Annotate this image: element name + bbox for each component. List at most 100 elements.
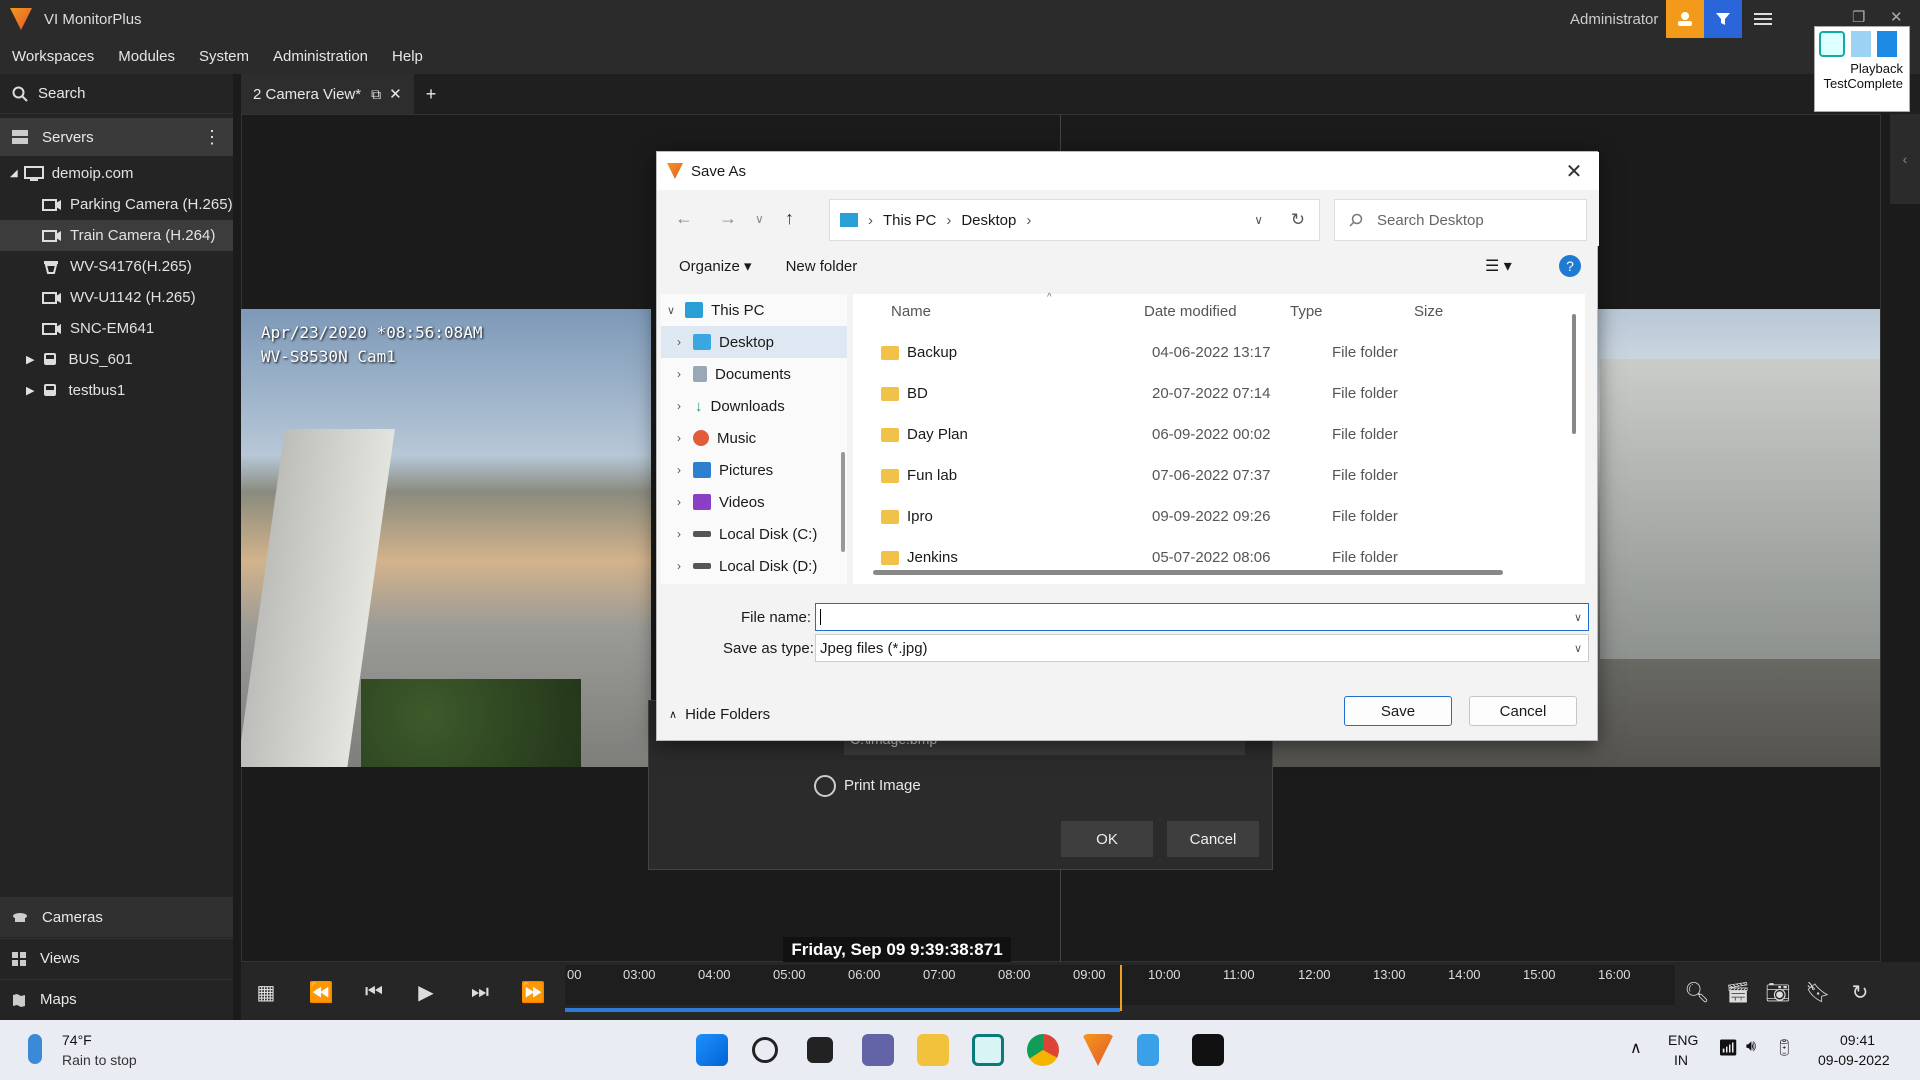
hide-folders-toggle[interactable]: ∧ Hide Folders bbox=[669, 706, 770, 723]
pause-icon[interactable] bbox=[1851, 31, 1871, 57]
rewind-icon[interactable]: ⏪ bbox=[301, 972, 341, 1012]
testcomplete-icon[interactable] bbox=[1819, 31, 1845, 57]
task-view-icon[interactable] bbox=[807, 1037, 833, 1063]
menu-workspaces[interactable]: Workspaces bbox=[0, 48, 106, 65]
nav-views[interactable]: Views bbox=[0, 938, 233, 978]
collapse-right-panel-icon[interactable]: ‹ bbox=[1890, 114, 1920, 204]
tree-group-testbus1[interactable]: ▶ testbus1 bbox=[0, 375, 233, 406]
tree-camera-wv-u1142[interactable]: WV-U1142 (H.265) bbox=[0, 282, 233, 313]
file-row[interactable]: Fun lab 07-06-2022 07:37 File folder bbox=[853, 455, 1573, 496]
close-window-icon[interactable]: ✕ bbox=[1890, 8, 1903, 26]
teams-chat-icon[interactable] bbox=[862, 1034, 894, 1066]
user-icon[interactable] bbox=[1666, 0, 1704, 38]
nav-music[interactable]: › Music bbox=[661, 422, 847, 454]
menu-help[interactable]: Help bbox=[380, 48, 435, 65]
volume-icon[interactable]: 🔊︎ bbox=[1746, 1038, 1756, 1056]
nav-scrollbar[interactable] bbox=[841, 452, 845, 552]
refresh-icon[interactable]: ↻ bbox=[1840, 972, 1880, 1012]
tree-camera-snc-em641[interactable]: SNC-EM641 bbox=[0, 313, 233, 344]
file-name-input[interactable]: ∨ bbox=[815, 603, 1589, 631]
column-name[interactable]: Name bbox=[891, 294, 931, 328]
nav-maps[interactable]: Maps bbox=[0, 979, 233, 1019]
file-explorer-icon[interactable] bbox=[917, 1034, 949, 1066]
language-indicator[interactable]: ENG bbox=[1668, 1032, 1698, 1048]
column-size[interactable]: Size bbox=[1414, 294, 1443, 328]
dropdown-icon[interactable]: ∨ bbox=[1574, 642, 1582, 655]
tree-server[interactable]: ◢ demoip.com bbox=[0, 158, 233, 189]
show-hidden-icons[interactable]: ∧ bbox=[1630, 1038, 1642, 1058]
horizontal-scrollbar[interactable] bbox=[873, 570, 1503, 575]
expand-arrow-icon[interactable]: › bbox=[677, 335, 681, 349]
search-icon[interactable] bbox=[752, 1037, 778, 1063]
up-arrow-icon[interactable]: ↑ bbox=[785, 208, 794, 229]
start-icon[interactable] bbox=[696, 1034, 728, 1066]
dropdown-icon[interactable]: ∨ bbox=[1574, 611, 1582, 624]
clip-icon[interactable]: 🎬︎ bbox=[1718, 972, 1758, 1012]
nav-documents[interactable]: › Documents bbox=[661, 358, 847, 390]
menu-modules[interactable]: Modules bbox=[106, 48, 187, 65]
region-indicator[interactable]: IN bbox=[1674, 1052, 1688, 1068]
weather-temp[interactable]: 74°F bbox=[62, 1032, 92, 1048]
clock-time[interactable]: 09:41 bbox=[1840, 1032, 1875, 1048]
nav-desktop[interactable]: › Desktop bbox=[661, 326, 847, 358]
refresh-icon[interactable]: ↻ bbox=[1291, 210, 1305, 230]
breadcrumb-desktop[interactable]: Desktop bbox=[961, 212, 1016, 229]
camera-view-left[interactable]: Apr/23/2020 *08:56:08AM WV-S8530N Cam1 bbox=[241, 309, 651, 767]
tree-group-bus601[interactable]: ▶ BUS_601 bbox=[0, 344, 233, 375]
tab-2-camera-view[interactable]: 2 Camera View* ⧉ ✕ bbox=[241, 74, 414, 114]
weather-icon[interactable] bbox=[28, 1034, 42, 1064]
notepad-icon[interactable] bbox=[1137, 1034, 1159, 1066]
battery-icon[interactable]: 🔋︎ bbox=[1774, 1038, 1794, 1058]
left-search[interactable]: Search bbox=[0, 74, 233, 114]
forward-arrow-icon[interactable]: → bbox=[719, 208, 737, 229]
cancel-button[interactable]: Cancel bbox=[1469, 696, 1577, 726]
nav-downloads[interactable]: › ↓ Downloads bbox=[661, 390, 847, 422]
print-image-radio[interactable] bbox=[814, 775, 836, 797]
breadcrumb-this-pc[interactable]: This PC bbox=[883, 212, 936, 229]
vertical-scrollbar[interactable] bbox=[1572, 314, 1576, 434]
nav-cameras[interactable]: Cameras bbox=[0, 897, 233, 937]
previous-frame-icon[interactable]: ⏮ bbox=[354, 972, 394, 1012]
fast-forward-icon[interactable]: ⏩ bbox=[513, 972, 553, 1012]
collapse-arrow-icon[interactable]: ◢ bbox=[10, 168, 18, 179]
address-dropdown-icon[interactable]: ∨ bbox=[1254, 213, 1263, 227]
file-row[interactable]: Ipro 09-09-2022 09:26 File folder bbox=[853, 496, 1573, 537]
expand-arrow-icon[interactable]: › bbox=[677, 367, 681, 381]
nav-local-disk-d[interactable]: › Local Disk (D:) bbox=[661, 550, 847, 582]
expand-arrow-icon[interactable]: › bbox=[677, 527, 681, 541]
servers-header[interactable]: Servers ⋮ bbox=[0, 118, 233, 156]
timeline-playhead[interactable] bbox=[1120, 965, 1122, 1011]
column-date-modified[interactable]: Date modified bbox=[1144, 294, 1237, 328]
expand-arrow-icon[interactable]: › bbox=[677, 431, 681, 445]
restore-window-icon[interactable]: ❐ bbox=[1852, 8, 1865, 26]
file-row[interactable]: Day Plan 06-09-2022 00:02 File folder bbox=[853, 414, 1573, 455]
nav-local-disk-c[interactable]: › Local Disk (C:) bbox=[661, 518, 847, 550]
ok-button[interactable]: OK bbox=[1061, 821, 1153, 857]
testcomplete-taskbar-icon[interactable] bbox=[972, 1034, 1004, 1066]
new-folder-button[interactable]: New folder bbox=[786, 258, 858, 275]
popout-icon[interactable]: ⧉ bbox=[371, 86, 381, 103]
filter-icon[interactable] bbox=[1704, 0, 1742, 38]
play-icon[interactable]: ▶ bbox=[406, 972, 446, 1012]
wifi-icon[interactable]: 📶︎ bbox=[1718, 1038, 1738, 1058]
next-frame-icon[interactable]: ⏭ bbox=[460, 972, 500, 1012]
file-row[interactable]: BD 20-07-2022 07:14 File folder bbox=[853, 373, 1573, 414]
clock-date[interactable]: 09-09-2022 bbox=[1818, 1052, 1890, 1068]
close-dialog-icon[interactable]: ✕ bbox=[1551, 152, 1597, 190]
column-type[interactable]: Type bbox=[1290, 294, 1323, 328]
expand-arrow-icon[interactable]: › bbox=[677, 399, 681, 413]
organize-button[interactable]: Organize ▾ bbox=[679, 257, 752, 275]
zoom-out-icon[interactable]: 🔍︎ bbox=[1677, 972, 1717, 1012]
collapse-arrow-icon[interactable]: ∨ bbox=[667, 304, 675, 317]
tree-camera-wv-s4176[interactable]: WV-S4176(H.265) bbox=[0, 251, 233, 282]
expand-arrow-icon[interactable]: › bbox=[677, 495, 681, 509]
tree-camera-parking[interactable]: Parking Camera (H.265) bbox=[0, 189, 233, 220]
chrome-icon[interactable] bbox=[1027, 1034, 1059, 1066]
save-as-type-select[interactable]: Jpeg files (*.jpg) ∨ bbox=[815, 634, 1589, 662]
nav-pictures[interactable]: › Pictures bbox=[661, 454, 847, 486]
bookmark-icon[interactable]: 🔖︎ bbox=[1798, 972, 1838, 1012]
close-tab-icon[interactable]: ✕ bbox=[389, 85, 402, 103]
view-options-icon[interactable]: ☰ ▾ bbox=[1485, 256, 1512, 276]
weather-desc[interactable]: Rain to stop bbox=[62, 1052, 137, 1068]
expand-arrow-icon[interactable]: › bbox=[677, 463, 681, 477]
